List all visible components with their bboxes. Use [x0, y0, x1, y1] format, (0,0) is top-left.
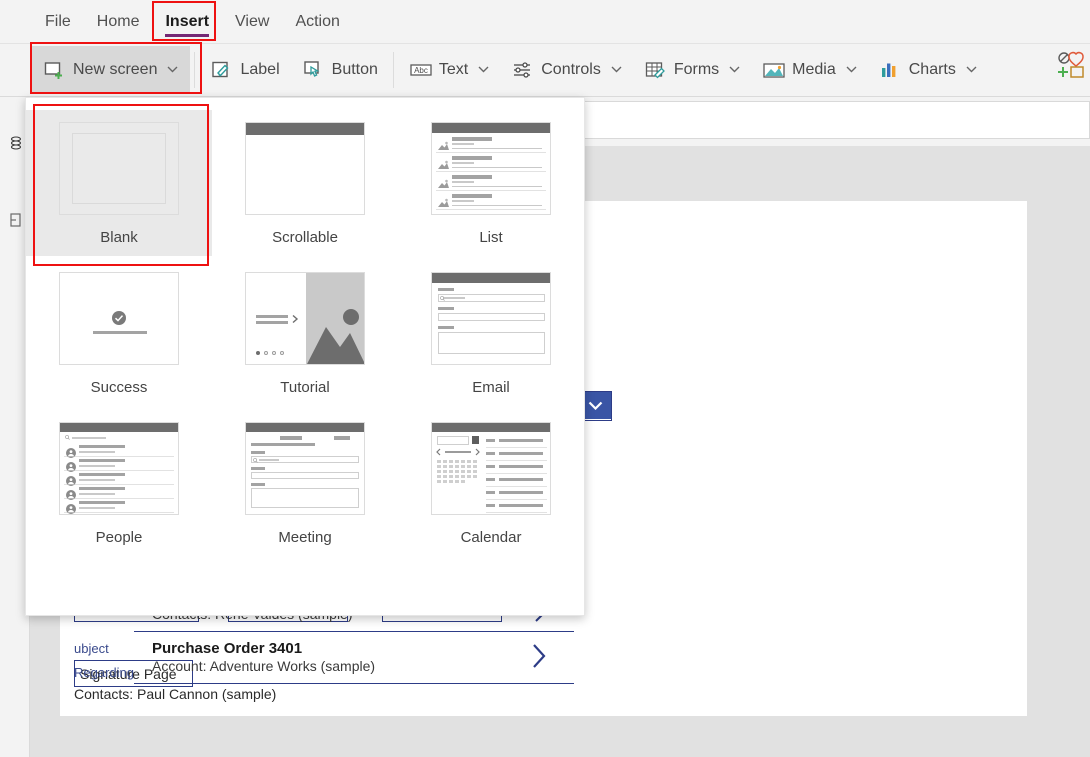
list-item-subtitle: Account: Adventure Works (sample)	[152, 658, 376, 674]
insert-text-menu[interactable]: Abc Text	[398, 46, 500, 94]
powerapps-studio-window: 5, 1) Accounts Contacts aul Cannon (samp…	[0, 0, 1090, 757]
template-email-label: Email	[472, 379, 510, 396]
tab-home[interactable]: Home	[84, 0, 153, 44]
insert-text-label: Text	[438, 61, 469, 78]
chevron-down-icon[interactable]	[729, 64, 740, 76]
ribbon-divider	[392, 52, 394, 88]
insert-button-button[interactable]: Button	[291, 46, 389, 94]
menu-bar: File Home Insert View Action	[0, 0, 1090, 44]
media-library-icon[interactable]	[6, 212, 26, 232]
template-calendar[interactable]: Calendar	[398, 410, 584, 556]
new-screen-button[interactable]: New screen	[32, 46, 191, 94]
data-sources-icon[interactable]	[6, 136, 26, 156]
template-thumbnail-meeting	[245, 422, 365, 515]
template-thumbnail-people	[59, 422, 179, 515]
chevron-down-icon[interactable]	[846, 64, 857, 76]
chevron-down-icon[interactable]	[966, 64, 977, 76]
template-list-label: List	[479, 229, 503, 246]
template-thumbnail-blank	[59, 122, 179, 215]
template-scrollable-label: Scrollable	[272, 229, 338, 246]
new-screen-template-flyout[interactable]: Blank Scrollable List Success Tutorial E…	[25, 97, 585, 616]
template-calendar-label: Calendar	[460, 529, 522, 546]
template-list[interactable]: List	[398, 110, 584, 256]
insert-controls-menu[interactable]: Controls	[500, 46, 633, 94]
tab-action[interactable]: Action	[282, 0, 352, 44]
template-success-label: Success	[90, 379, 148, 396]
tab-file[interactable]: File	[32, 0, 84, 44]
list-item-title: Purchase Order 3401	[152, 640, 303, 657]
controls-sliders-icon	[511, 59, 533, 81]
button-icon	[302, 59, 324, 81]
new-screen-label: New screen	[73, 61, 158, 78]
list-item[interactable]: Purchase Order 3401 Account: Adventure W…	[134, 631, 574, 683]
template-thumbnail-tutorial	[245, 272, 365, 365]
chevron-down-icon[interactable]	[611, 64, 622, 76]
label-icon	[210, 59, 232, 81]
text-abc-icon: Abc	[409, 59, 432, 81]
insert-controls-label: Controls	[541, 61, 601, 78]
svg-text:Abc: Abc	[414, 66, 428, 75]
tab-view[interactable]: View	[222, 0, 282, 44]
insert-charts-menu[interactable]: Charts	[868, 46, 988, 94]
insert-forms-menu[interactable]: Forms	[633, 46, 751, 94]
forms-icon	[644, 59, 666, 81]
template-people-label: People	[95, 529, 143, 546]
template-thumbnail-email	[431, 272, 551, 365]
insert-forms-label: Forms	[673, 61, 720, 78]
insert-label-button[interactable]: Label	[199, 46, 290, 94]
template-meeting-label: Meeting	[278, 529, 332, 546]
template-thumbnail-success	[59, 272, 179, 365]
template-blank[interactable]: Blank	[26, 110, 212, 256]
chevron-down-icon[interactable]	[167, 64, 178, 76]
menu-tabs: File Home Insert View Action	[32, 0, 353, 44]
template-people[interactable]: People	[26, 410, 212, 556]
template-thumbnail-list	[431, 122, 551, 215]
template-tutorial-label: Tutorial	[280, 379, 330, 396]
template-thumbnail-scrollable	[245, 122, 365, 215]
chevron-down-icon[interactable]	[478, 64, 489, 76]
ribbon-divider	[194, 52, 196, 88]
insert-media-menu[interactable]: Media	[751, 46, 868, 94]
tab-insert[interactable]: Insert	[152, 0, 222, 44]
new-screen-icon	[43, 59, 65, 81]
gallery-bottom-divider	[134, 683, 574, 684]
template-meeting[interactable]: Meeting	[212, 410, 398, 556]
insert-ribbon: New screen Label Button Abc Text Control…	[0, 44, 1090, 97]
insert-button-text: Button	[331, 61, 378, 78]
insert-media-label: Media	[792, 61, 836, 78]
template-tutorial[interactable]: Tutorial	[212, 260, 398, 406]
chevron-right-icon[interactable]	[531, 642, 548, 674]
template-thumbnail-calendar	[431, 422, 551, 515]
template-email[interactable]: Email	[398, 260, 584, 406]
media-image-icon	[762, 59, 785, 81]
charts-bar-icon	[879, 59, 901, 81]
insert-label-text: Label	[240, 61, 280, 78]
regarding-value: Contacts: Paul Cannon (sample)	[74, 686, 277, 702]
regarding-label: Regarding	[74, 665, 134, 680]
insert-icons-menu[interactable]	[1056, 48, 1090, 92]
template-success[interactable]: Success	[26, 260, 212, 406]
template-scrollable[interactable]: Scrollable	[212, 110, 398, 256]
template-grid: Blank Scrollable List Success Tutorial E…	[26, 110, 584, 556]
template-blank-label: Blank	[100, 229, 138, 246]
insert-charts-label: Charts	[908, 61, 956, 78]
